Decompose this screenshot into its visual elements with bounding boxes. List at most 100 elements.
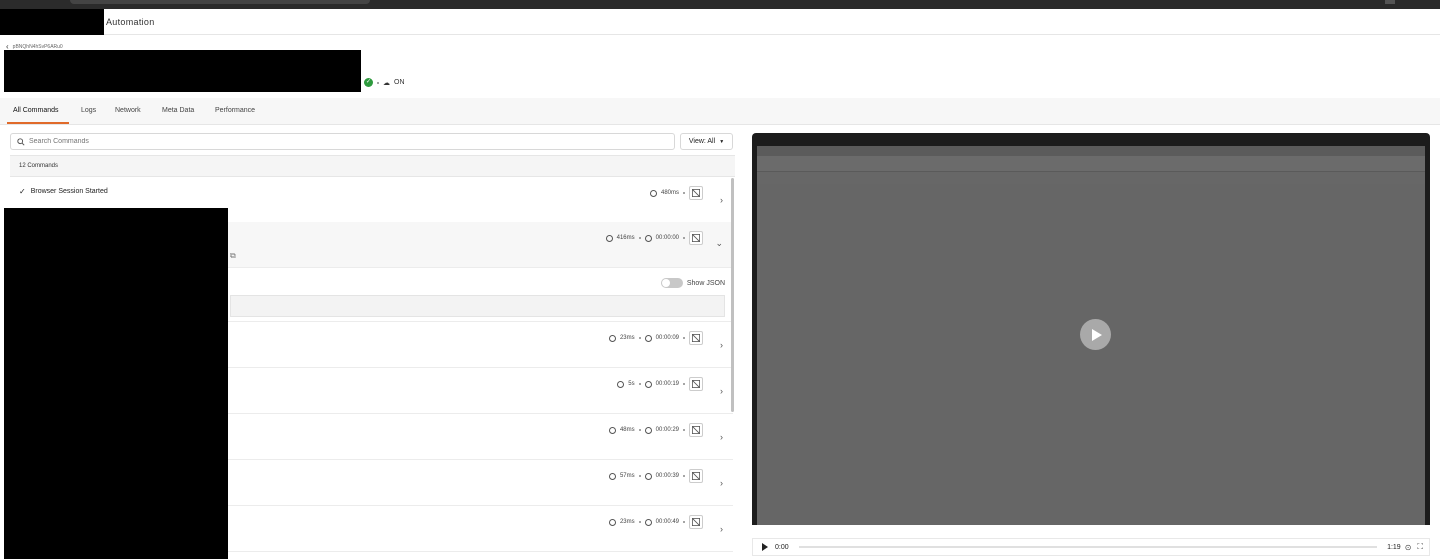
video-duration: 1:19 [1387, 543, 1401, 551]
recorded-bookmarks-bar [757, 172, 1425, 184]
command-meta: 57ms 00:00:39 [608, 469, 703, 483]
timestamp-icon [644, 334, 652, 342]
command-elapsed: 00:00:29 [655, 427, 679, 433]
chevron-right-icon[interactable]: › [720, 340, 723, 350]
search-input[interactable] [29, 138, 629, 145]
command-detail-content [230, 295, 725, 317]
seek-bar[interactable] [798, 546, 1378, 548]
separator-dot [377, 81, 379, 84]
redacted-command-names [4, 208, 228, 559]
redacted-session-title [4, 50, 361, 92]
active-tab-indicator [7, 122, 69, 124]
commands-scrollbar[interactable] [731, 178, 734, 412]
duration-icon [608, 334, 616, 342]
view-filter-label: View: All [688, 138, 716, 145]
current-time: 0:00 [775, 543, 789, 551]
caret-down-icon: ▼ [719, 138, 725, 145]
command-duration: 416ms [616, 235, 635, 241]
screenshot-button[interactable] [689, 469, 703, 483]
chevron-down-icon[interactable]: ⌄ [715, 238, 723, 249]
timestamp-icon [644, 518, 652, 526]
chevron-right-icon[interactable]: › [720, 195, 723, 205]
separator-dot [638, 521, 641, 523]
timestamp-icon [644, 426, 652, 434]
timestamp-icon [644, 234, 652, 242]
duration-icon [608, 472, 616, 480]
separator-dot [638, 475, 641, 477]
video-player[interactable] [752, 133, 1430, 525]
commands-count: 12 Commands [10, 155, 735, 177]
command-meta: 416ms 00:00:00 [605, 231, 703, 245]
command-duration: 23ms [619, 519, 635, 525]
separator-dot [683, 429, 685, 431]
separator-dot [638, 429, 641, 431]
toggle-switch[interactable] [660, 278, 683, 288]
session-id: pBNQhN4hSvP6ARu0 [12, 43, 63, 50]
fullscreen-icon[interactable]: ⛶ [1417, 542, 1423, 552]
search-icon [17, 137, 25, 146]
status-label: ON [394, 79, 405, 86]
recorded-tab-bar [757, 146, 1425, 156]
separator-dot [638, 237, 641, 239]
command-elapsed: 00:00:39 [655, 473, 679, 479]
window-control[interactable] [1385, 0, 1395, 4]
tab-network[interactable]: Network [115, 107, 141, 114]
separator-dot [683, 337, 685, 339]
screenshot-button[interactable] [689, 377, 703, 391]
checkmark-icon: ✓ [19, 187, 26, 196]
separator-dot [638, 383, 641, 385]
separator-dot [638, 337, 641, 339]
video-frame [757, 146, 1425, 525]
command-duration: 23ms [619, 335, 635, 341]
command-meta: 5s 00:00:19 [617, 377, 703, 391]
screenshot-button[interactable] [689, 423, 703, 437]
tab-logs[interactable]: Logs [81, 107, 96, 114]
image-icon [692, 426, 700, 434]
command-meta: 23ms 00:00:49 [608, 515, 703, 529]
app-header: Automation [0, 9, 1440, 35]
command-meta: 48ms 00:00:29 [608, 423, 703, 437]
command-elapsed: 00:00:19 [655, 381, 679, 387]
chevron-right-icon[interactable]: › [720, 386, 723, 396]
separator-dot [683, 521, 685, 523]
chevron-right-icon[interactable]: › [720, 478, 723, 488]
video-controls: 0:00 1:19 ⊙ ⛶ [752, 538, 1430, 556]
copy-icon[interactable]: ⧉ [230, 251, 236, 261]
screenshot-button[interactable] [689, 331, 703, 345]
separator-dot [683, 237, 685, 239]
command-duration: 480ms [660, 190, 679, 196]
timestamp-icon [644, 472, 652, 480]
separator-dot [683, 383, 685, 385]
image-icon [692, 472, 700, 480]
view-filter-dropdown[interactable]: View: All ▼ [680, 133, 733, 150]
speed-icon[interactable]: ⊙ [1405, 543, 1412, 552]
tab-all-commands[interactable]: All Commands [13, 107, 59, 114]
passed-check-icon: ✓ [364, 78, 373, 87]
command-meta: 480ms [649, 186, 703, 200]
duration-icon [617, 380, 625, 388]
command-meta: 23ms 00:00:09 [608, 331, 703, 345]
redacted-logo [0, 9, 104, 35]
screenshot-button[interactable] [689, 515, 703, 529]
play-icon[interactable] [762, 543, 768, 551]
show-json-toggle[interactable]: Show JSON [660, 278, 725, 288]
screenshot-button[interactable] [689, 231, 703, 245]
command-elapsed: 00:00:49 [655, 519, 679, 525]
image-icon [692, 334, 700, 342]
timestamp-icon [644, 380, 652, 388]
show-json-label: Show JSON [686, 279, 725, 287]
command-label: Browser Session Started [30, 188, 108, 195]
tab-meta-data[interactable]: Meta Data [162, 107, 194, 114]
duration-icon [608, 518, 616, 526]
separator-dot [683, 192, 685, 194]
address-bar[interactable] [70, 0, 370, 4]
duration-icon [608, 426, 616, 434]
search-commands[interactable] [10, 133, 675, 150]
chevron-right-icon[interactable]: › [720, 432, 723, 442]
play-overlay-button[interactable] [1080, 319, 1111, 350]
commands-count-label: 12 Commands [19, 163, 59, 169]
duration-icon [605, 234, 613, 242]
screenshot-button[interactable] [689, 186, 703, 200]
chevron-right-icon[interactable]: › [720, 524, 723, 534]
tab-performance[interactable]: Performance [215, 107, 255, 114]
